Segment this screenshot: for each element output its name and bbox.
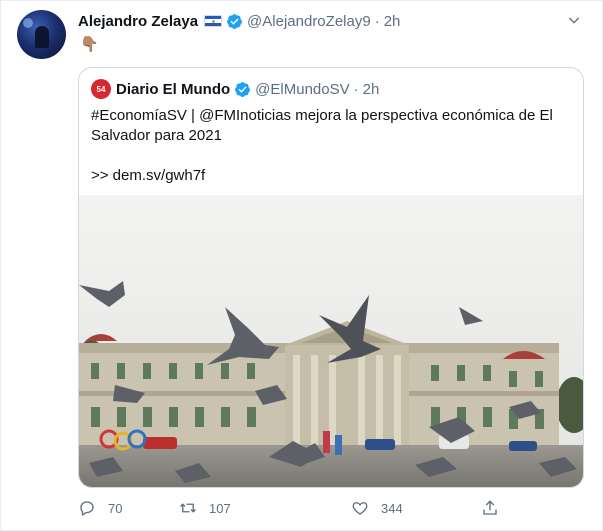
quoted-link[interactable]: >> dem.sv/gwh7f <box>91 166 205 186</box>
share-icon <box>483 500 497 515</box>
avatar-light <box>23 18 33 28</box>
timestamp[interactable]: 2h <box>384 13 401 30</box>
chevron-down-icon[interactable] <box>566 12 582 28</box>
news-photo[interactable] <box>79 195 583 488</box>
quoted-text: #EconomíaSV | @FMInoticias mejora la per… <box>91 107 553 144</box>
avatar[interactable] <box>17 10 66 59</box>
retweet-count: 107 <box>209 500 231 516</box>
flag-el-salvador-icon <box>204 15 223 27</box>
retweet-button[interactable]: 107 <box>179 498 231 518</box>
tweet-card[interactable]: Alejandro Zelaya @AlejandroZelay9 · 2h 👇… <box>0 0 603 531</box>
quoted-avatar[interactable]: 54 <box>91 79 111 99</box>
separator-dot: · <box>353 80 359 98</box>
like-icon <box>352 502 368 515</box>
reply-count: 70 <box>108 500 123 516</box>
tweet-header: Alejandro Zelaya @AlejandroZelay9 · 2h <box>78 12 400 30</box>
author-handle[interactable]: @AlejandroZelay9 <box>247 13 371 30</box>
reply-icon <box>80 501 94 516</box>
tweet-text: 👇🏽 <box>80 36 99 53</box>
retweet-icon <box>180 503 196 513</box>
avatar-figure <box>35 26 49 48</box>
separator-dot: · <box>374 12 380 30</box>
verified-badge-icon <box>227 13 242 29</box>
reply-button[interactable]: 70 <box>78 498 122 518</box>
quoted-timestamp[interactable]: 2h <box>363 81 380 98</box>
action-bar: 70 107 344 <box>78 498 584 518</box>
quoted-tweet[interactable]: 54 Diario El Mundo @ElMundoSV · 2h #Econ… <box>78 67 584 488</box>
quoted-header: 54 Diario El Mundo @ElMundoSV · 2h <box>91 79 379 99</box>
verified-badge-icon <box>235 81 251 97</box>
quoted-author-name[interactable]: Diario El Mundo <box>116 81 230 98</box>
like-button[interactable]: 344 <box>351 498 403 518</box>
share-button[interactable] <box>481 498 499 518</box>
quoted-author-handle[interactable]: @ElMundoSV <box>255 81 349 98</box>
like-count: 344 <box>381 500 403 516</box>
author-name[interactable]: Alejandro Zelaya <box>78 13 198 30</box>
